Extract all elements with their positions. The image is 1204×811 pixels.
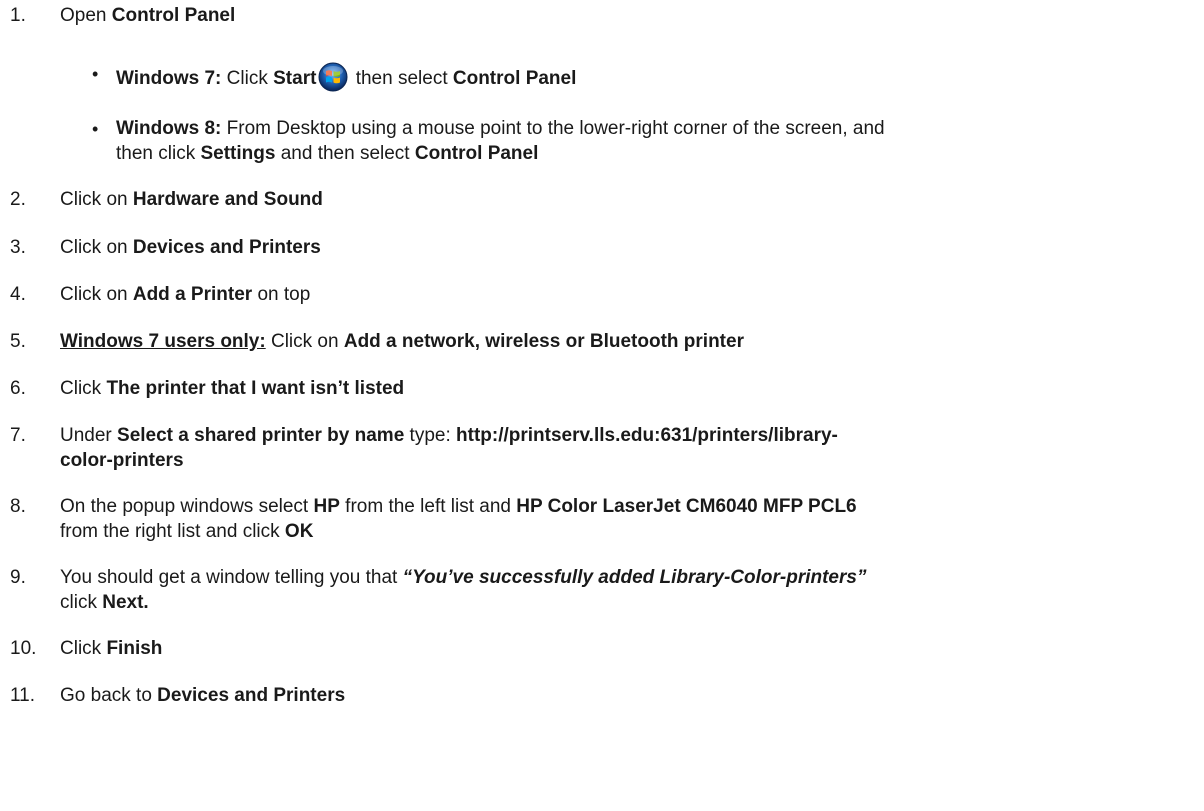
step-number: 2. bbox=[10, 189, 26, 210]
step-number: 5. bbox=[10, 331, 26, 352]
step-number: 10. bbox=[10, 638, 37, 659]
step-number: 3. bbox=[10, 237, 26, 258]
step-number: 11. bbox=[10, 685, 36, 706]
windows-start-orb-icon bbox=[318, 62, 348, 92]
step-number: 7. bbox=[10, 425, 26, 446]
step-number: 6. bbox=[10, 378, 26, 399]
step-number: 9. bbox=[10, 567, 26, 588]
bullet: • bbox=[92, 64, 99, 84]
step-number: 1. bbox=[10, 5, 26, 26]
substep-os-label: Windows 8: bbox=[116, 118, 222, 139]
step-number: 8. bbox=[10, 496, 26, 517]
step-emphasis: Control Panel bbox=[111, 5, 236, 26]
substep-os-label: Windows 7: bbox=[116, 68, 222, 89]
step-text: Open bbox=[60, 5, 112, 26]
printer-url: http://printserv.lls.edu:631/printers/li… bbox=[456, 425, 838, 446]
instructions-document: 1. Open Control Panel • Windows 7: Click… bbox=[10, 5, 885, 706]
step-number: 4. bbox=[10, 284, 26, 305]
bullet: • bbox=[92, 119, 99, 139]
